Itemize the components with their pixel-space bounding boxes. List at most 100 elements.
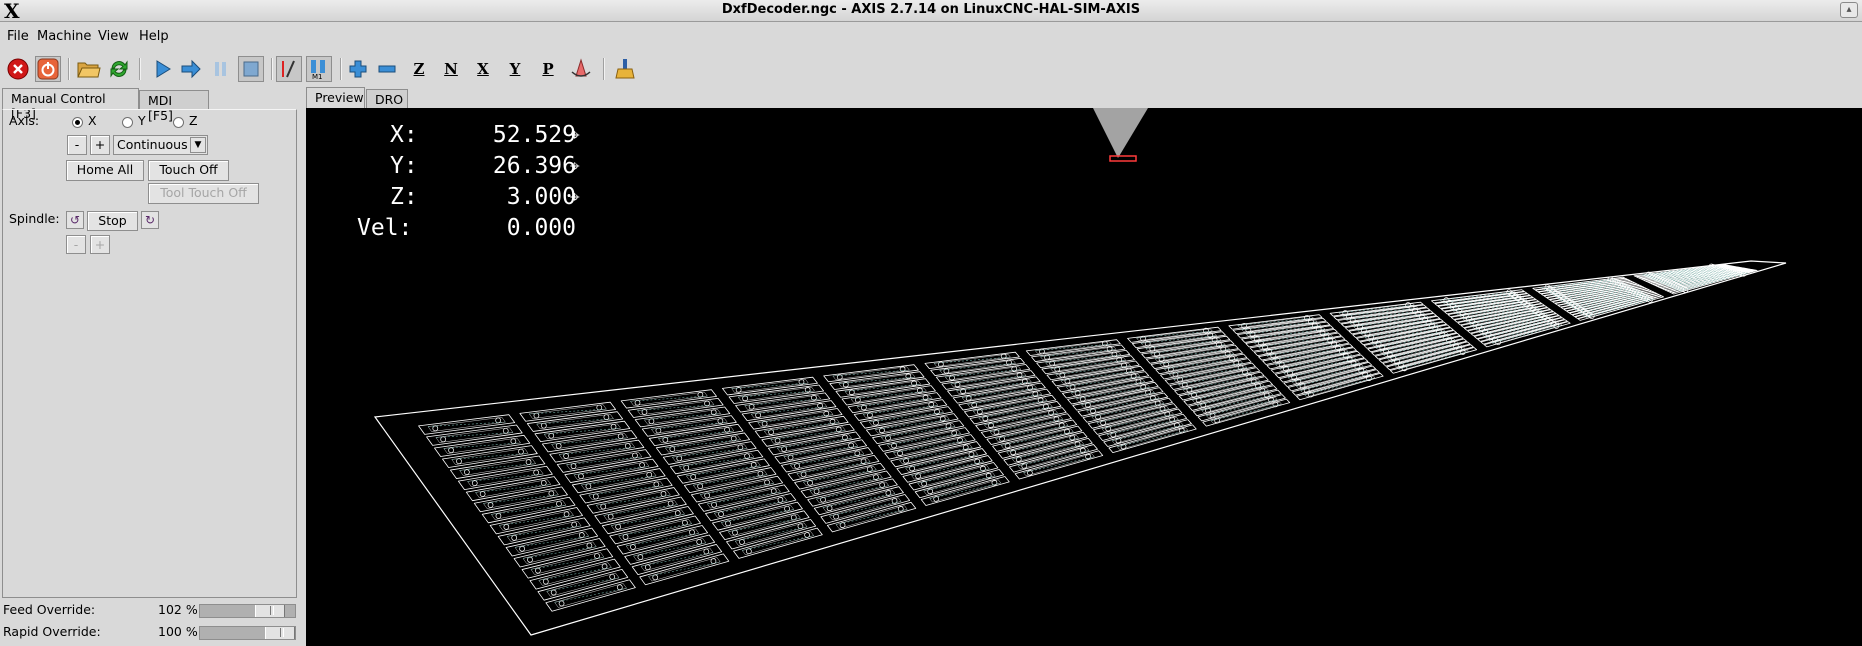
tab-manual-control[interactable]: Manual Control [F3] [2, 88, 139, 121]
rapid-move [451, 452, 529, 460]
rapid-override-label: Rapid Override: [3, 624, 101, 639]
menu-help[interactable]: Help [139, 29, 169, 44]
spindle-plus-button[interactable]: + [90, 235, 110, 254]
dro-x-value: 52.529 [492, 122, 576, 148]
part-hole [535, 567, 541, 574]
part-hole [550, 589, 557, 596]
zoom-out-icon[interactable] [374, 56, 400, 82]
step-icon[interactable] [178, 56, 204, 82]
axis-x-label: X [88, 113, 97, 128]
rapid-override-thumb[interactable] [265, 627, 295, 639]
axis-z-radio[interactable] [173, 117, 184, 128]
clear-plot-icon[interactable] [612, 56, 638, 82]
x-homed-icon: ⌖ [570, 126, 580, 146]
spindle-ccw-icon[interactable]: ↺ [66, 211, 84, 229]
axis-x-radio[interactable] [72, 117, 83, 128]
zoom-in-icon[interactable] [345, 56, 371, 82]
estop-icon[interactable] [5, 56, 31, 82]
rapid-move [491, 504, 567, 515]
axis-y-label: Y [138, 113, 146, 128]
dro-vel-label: Vel: [357, 215, 413, 241]
home-all-button[interactable]: Home All [66, 160, 144, 181]
toolbar: M1 Z N X Y P [0, 52, 1862, 86]
view-x-icon[interactable]: X [470, 56, 496, 82]
view-y-icon[interactable]: Y [502, 56, 528, 82]
tool-cone [1093, 108, 1148, 158]
part-hole [1259, 387, 1266, 394]
part-hole [921, 480, 927, 487]
rapid-move [530, 556, 604, 570]
part-hole [456, 458, 462, 465]
feed-override-slider[interactable] [199, 604, 296, 618]
part-hole [448, 447, 454, 454]
part-hole [518, 448, 524, 455]
spindle-minus-button[interactable]: - [66, 235, 86, 254]
view-z-icon[interactable]: Z [406, 56, 432, 82]
dro-z-value: 3.000 [506, 184, 576, 210]
part-outline [1389, 347, 1478, 374]
tool-tip-marker [1109, 155, 1137, 162]
feed-override-thumb[interactable] [255, 605, 285, 617]
run-icon[interactable] [150, 56, 176, 82]
part-hole [510, 438, 517, 445]
rapid-move [665, 439, 741, 449]
z-homed-icon: ⌖ [570, 188, 580, 208]
reload-icon[interactable] [106, 56, 132, 82]
menu-view[interactable]: View [98, 29, 129, 44]
open-file-icon[interactable] [76, 56, 102, 82]
axis-z-label: Z [189, 113, 198, 128]
tab-preview[interactable]: Preview [306, 87, 365, 108]
rapid-move [443, 442, 521, 449]
part-hole [1172, 371, 1179, 378]
view-z2-icon[interactable]: N [438, 56, 464, 82]
jog-mode-value: Continuous [117, 137, 188, 152]
part-hole [1121, 362, 1127, 369]
menu-machine[interactable]: Machine [37, 29, 91, 44]
maximize-button[interactable]: ▴ [1840, 2, 1858, 18]
rapid-move [499, 515, 574, 526]
part-hole [1140, 335, 1146, 342]
touch-off-button[interactable]: Touch Off [148, 160, 229, 181]
title-bar: X DxfDecoder.ngc - AXIS 2.7.14 on LinuxC… [0, 0, 1862, 23]
tool-touch-off-button[interactable]: Tool Touch Off [148, 183, 259, 204]
jog-plus-button[interactable]: + [90, 135, 110, 155]
rapid-move [764, 422, 840, 432]
part-hole [495, 513, 502, 519]
spindle-cw-icon[interactable]: ↻ [141, 211, 159, 229]
toggle-skip-lines-icon[interactable] [276, 56, 302, 82]
rotate-view-icon[interactable] [568, 56, 594, 82]
tab-dro[interactable]: DRO [366, 89, 408, 109]
rapid-move [1023, 456, 1095, 473]
view-p-icon[interactable]: P [535, 56, 561, 82]
rapid-override-slider[interactable] [199, 626, 296, 640]
jog-minus-button[interactable]: - [67, 135, 87, 155]
part-hole [503, 524, 510, 530]
y-homed-icon: ⌖ [570, 157, 580, 177]
menu-bar: File Machine View Help [0, 26, 1862, 48]
machine-power-icon[interactable] [35, 56, 61, 82]
tab-mdi[interactable]: MDI [F5] [139, 90, 209, 123]
axis-y-radio[interactable] [122, 117, 133, 128]
part-hole [1101, 340, 1108, 347]
part-hole [885, 490, 892, 496]
rapid-move [529, 408, 607, 415]
stop-icon[interactable] [238, 56, 264, 82]
part-hole [471, 480, 478, 486]
part-hole [933, 496, 940, 502]
part-hole [927, 488, 934, 495]
spindle-label: Spindle: [9, 211, 60, 226]
dro-x-label: X: [390, 122, 418, 148]
optional-stop-icon[interactable]: M1 [306, 56, 332, 82]
part-hole [464, 469, 470, 475]
spindle-stop-button[interactable]: Stop [87, 211, 138, 231]
menu-file[interactable]: File [7, 29, 29, 44]
part-hole [479, 491, 486, 497]
part-hole [596, 404, 603, 411]
manual-control-panel: Axis: X Y Z - + Continuous ▼ Home All To… [2, 109, 297, 598]
pause-icon[interactable] [208, 56, 234, 82]
part-hole [487, 502, 494, 508]
part-hole [1255, 383, 1261, 389]
preview-canvas[interactable]: X: 52.529 Y: 26.396 Z: 3.000 Vel: 0.000 … [306, 108, 1862, 646]
jog-mode-select[interactable]: Continuous ▼ [113, 135, 208, 155]
part-hole [1149, 346, 1156, 352]
